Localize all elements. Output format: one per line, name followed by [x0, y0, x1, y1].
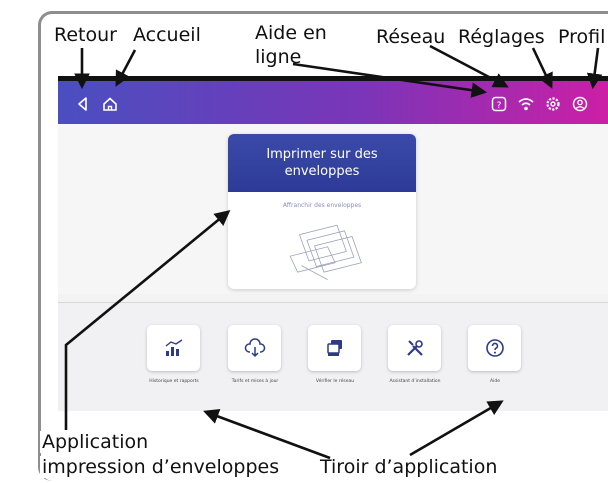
- envelope-print-card[interactable]: Imprimer sur des enveloppes Affranchir d…: [228, 134, 416, 289]
- help-icon: [485, 339, 504, 357]
- tile-history-reports[interactable]: [147, 325, 200, 371]
- app-drawer: Historique et rapports Tarifs et mises à…: [58, 303, 608, 411]
- tile-check-network-label: Vérifier le réseau: [315, 379, 355, 384]
- profile-icon[interactable]: [571, 95, 589, 113]
- tools-icon: [406, 340, 423, 356]
- annotation-help-line1: Aide en: [253, 22, 329, 44]
- cloud-download-icon: [244, 338, 265, 358]
- annotation-network: Réseau: [374, 26, 448, 48]
- annotation-profile: Profil: [556, 26, 608, 48]
- svg-text:?: ?: [497, 101, 502, 111]
- annotation-back: Retour: [52, 24, 119, 46]
- top-bar: ?: [58, 76, 608, 124]
- tile-help-label: Aide: [490, 379, 500, 384]
- card-title: Imprimer sur des enveloppes: [228, 134, 416, 192]
- home-icon[interactable]: [101, 95, 119, 113]
- annotation-drawer: Tiroir d’application: [318, 456, 500, 478]
- device-screen: ? Imprimer sur des enveloppes Affranchir…: [58, 76, 608, 411]
- tile-check-network[interactable]: [308, 325, 361, 371]
- envelope-illustration-icon: [289, 224, 362, 280]
- tile-install-assistant-label: Assistant d’installation: [389, 379, 441, 384]
- layers-icon: [326, 340, 342, 356]
- annotation-application-line2: impression d’enveloppes: [40, 456, 282, 478]
- annotation-application-line1: Application: [40, 431, 151, 453]
- tile-help[interactable]: [468, 325, 521, 371]
- tile-rates-updates[interactable]: [228, 325, 281, 371]
- card-subtitle: Affranchir des enveloppes: [282, 202, 362, 209]
- annotation-settings: Réglages: [456, 26, 547, 48]
- tile-history-reports-label: Historique et rapports: [149, 379, 199, 384]
- network-icon[interactable]: [517, 95, 535, 113]
- chart-icon: [165, 339, 182, 356]
- annotation-home: Accueil: [131, 24, 203, 46]
- annotation-help-line2: ligne: [253, 46, 304, 68]
- settings-icon[interactable]: [544, 95, 562, 113]
- tile-install-assistant[interactable]: [388, 325, 441, 371]
- back-icon[interactable]: [74, 95, 92, 113]
- main-content: Imprimer sur des enveloppes Affranchir d…: [58, 124, 608, 294]
- help-icon[interactable]: ?: [490, 95, 508, 113]
- tile-rates-updates-label: Tarifs et mises à jour: [231, 379, 279, 384]
